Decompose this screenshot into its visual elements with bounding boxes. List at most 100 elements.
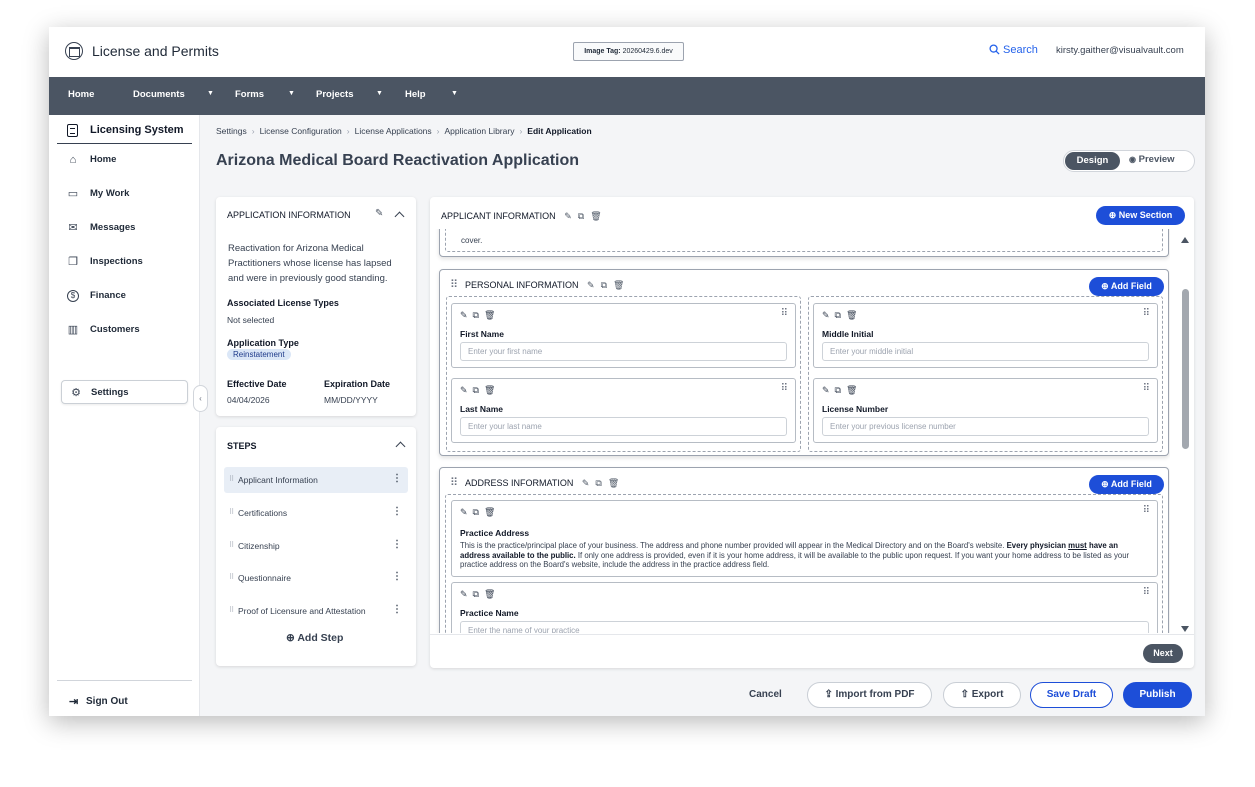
field-middle-initial[interactable]: ✎⧉🗑 ⠿ Middle Initial Enter your middle i… xyxy=(813,303,1158,368)
preview-toggle-button[interactable]: ◉ Preview xyxy=(1129,154,1175,165)
more-vertical-icon[interactable]: ⋮ xyxy=(392,473,402,484)
add-field-button[interactable]: ⊕ Add Field xyxy=(1089,277,1164,296)
step-item[interactable]: ⠿ Applicant Information ⋮ xyxy=(224,467,408,493)
trash-icon[interactable]: 🗑 xyxy=(484,507,500,517)
trash-icon[interactable]: 🗑 xyxy=(846,385,862,395)
nav-help[interactable]: Help xyxy=(405,89,426,100)
sidebar-item-my-work[interactable]: ▭ My Work xyxy=(59,182,189,206)
copy-icon[interactable]: ⧉ xyxy=(601,280,607,291)
drag-handle-icon[interactable]: ⠿ xyxy=(229,541,234,549)
sidebar-collapse-handle[interactable]: ‹ xyxy=(193,385,208,412)
editor-scrollbar[interactable] xyxy=(1180,237,1190,642)
chevron-up-icon[interactable] xyxy=(394,211,405,222)
trash-icon[interactable]: 🗑 xyxy=(590,211,601,222)
drag-handle-icon[interactable]: ⠿ xyxy=(1143,588,1150,598)
next-button[interactable]: Next xyxy=(1143,644,1183,663)
drag-handle-icon[interactable]: ⠿ xyxy=(229,475,234,483)
scrollbar-thumb[interactable] xyxy=(1182,289,1189,449)
scroll-up-arrow-icon[interactable] xyxy=(1181,237,1189,243)
copy-icon[interactable]: ⧉ xyxy=(835,385,846,395)
drag-handle-icon[interactable]: ⠿ xyxy=(229,508,234,516)
edit-icon[interactable]: ✎ xyxy=(587,280,595,291)
drag-handle-icon[interactable]: ⠿ xyxy=(229,573,234,581)
edit-icon[interactable]: ✎ xyxy=(582,478,590,489)
edit-icon[interactable]: ✎ xyxy=(564,211,572,222)
step-item[interactable]: ⠿ Certifications ⋮ xyxy=(224,500,408,526)
breadcrumb-item[interactable]: License Applications xyxy=(355,126,432,136)
copy-icon[interactable]: ⧉ xyxy=(595,478,601,489)
nav-home[interactable]: Home xyxy=(68,89,94,100)
sidebar-header[interactable]: Licensing System xyxy=(57,118,192,144)
cancel-button[interactable]: Cancel xyxy=(749,689,782,700)
breadcrumb-item[interactable]: License Configuration xyxy=(260,126,342,136)
field-practice-name[interactable]: ✎⧉🗑 ⠿ Practice Name Enter the name of yo… xyxy=(451,582,1158,633)
sidebar-item-settings[interactable]: ⚙ Settings xyxy=(61,380,188,404)
step-item[interactable]: ⠿ Proof of Licensure and Attestation ⋮ xyxy=(224,598,408,624)
add-step-button[interactable]: ⊕ Add Step xyxy=(286,632,343,644)
field-license-number[interactable]: ✎⧉🗑 ⠿ License Number Enter your previous… xyxy=(813,378,1158,443)
publish-button[interactable]: Publish xyxy=(1123,682,1192,708)
copy-icon[interactable]: ⧉ xyxy=(473,385,484,395)
edit-icon[interactable]: ✎ xyxy=(460,507,473,517)
chevron-down-icon[interactable]: ▼ xyxy=(451,90,458,97)
last-name-input[interactable]: Enter your last name xyxy=(460,417,787,436)
drag-handle-icon[interactable]: ⠿ xyxy=(1143,384,1150,394)
trash-icon[interactable]: 🗑 xyxy=(484,589,500,599)
more-vertical-icon[interactable]: ⋮ xyxy=(392,539,402,550)
chevron-down-icon[interactable]: ▼ xyxy=(207,90,214,97)
sidebar-item-messages[interactable]: ✉ Messages xyxy=(59,216,189,240)
drag-handle-icon[interactable]: ⠿ xyxy=(450,280,458,291)
drag-handle-icon[interactable]: ⠿ xyxy=(450,478,458,489)
chevron-up-icon[interactable] xyxy=(395,441,406,452)
sidebar-item-customers[interactable]: ▥ Customers xyxy=(59,318,189,342)
new-section-button[interactable]: ⊕ New Section xyxy=(1096,206,1185,225)
scroll-down-arrow-icon[interactable] xyxy=(1181,626,1189,632)
edit-icon[interactable]: ✎ xyxy=(460,310,473,320)
editor-scroll-area[interactable]: cover. ⠿ PERSONAL INFORMATION ✎ ⧉ 🗑 ⊕ Add … xyxy=(430,229,1170,633)
search-link[interactable]: Search xyxy=(989,44,1038,56)
sidebar-item-finance[interactable]: $ Finance xyxy=(59,284,189,308)
edit-icon[interactable]: ✎ xyxy=(375,208,383,219)
import-pdf-button[interactable]: ⇪ Import from PDF xyxy=(807,682,932,708)
copy-icon[interactable]: ⧉ xyxy=(835,310,846,320)
field-practice-address[interactable]: ✎⧉🗑 ⠿ Practice Address This is the pract… xyxy=(451,500,1158,577)
edit-icon[interactable]: ✎ xyxy=(822,385,835,395)
chevron-down-icon[interactable]: ▼ xyxy=(288,90,295,97)
trash-icon[interactable]: 🗑 xyxy=(846,310,862,320)
copy-icon[interactable]: ⧉ xyxy=(473,310,484,320)
trash-icon[interactable]: 🗑 xyxy=(484,310,500,320)
trash-icon[interactable]: 🗑 xyxy=(608,478,619,489)
more-vertical-icon[interactable]: ⋮ xyxy=(392,506,402,517)
license-number-input[interactable]: Enter your previous license number xyxy=(822,417,1149,436)
step-item[interactable]: ⠿ Questionnaire ⋮ xyxy=(224,565,408,591)
practice-name-input[interactable]: Enter the name of your practice xyxy=(460,621,1149,633)
design-toggle-button[interactable]: Design xyxy=(1065,152,1120,170)
save-draft-button[interactable]: Save Draft xyxy=(1030,682,1113,708)
drag-handle-icon[interactable]: ⠿ xyxy=(1143,309,1150,319)
drag-handle-icon[interactable]: ⠿ xyxy=(1143,506,1150,516)
field-last-name[interactable]: ✎⧉🗑 ⠿ Last Name Enter your last name xyxy=(451,378,796,443)
edit-icon[interactable]: ✎ xyxy=(822,310,835,320)
sidebar-item-home[interactable]: ⌂ Home xyxy=(59,148,189,172)
edit-icon[interactable]: ✎ xyxy=(460,589,473,599)
copy-icon[interactable]: ⧉ xyxy=(578,211,584,222)
drag-handle-icon[interactable]: ⠿ xyxy=(781,384,788,394)
user-email[interactable]: kirsty.gaither@visualvault.com xyxy=(1056,45,1184,56)
export-button[interactable]: ⇧ Export xyxy=(943,682,1021,708)
copy-icon[interactable]: ⧉ xyxy=(473,589,484,599)
breadcrumb-item[interactable]: Application Library xyxy=(445,126,515,136)
more-vertical-icon[interactable]: ⋮ xyxy=(392,571,402,582)
sign-out-button[interactable]: ⇥ Sign Out xyxy=(69,696,128,708)
more-vertical-icon[interactable]: ⋮ xyxy=(392,604,402,615)
first-name-input[interactable]: Enter your first name xyxy=(460,342,787,361)
breadcrumb-item[interactable]: Settings xyxy=(216,126,247,136)
trash-icon[interactable]: 🗑 xyxy=(484,385,500,395)
trash-icon[interactable]: 🗑 xyxy=(613,280,624,291)
nav-forms[interactable]: Forms xyxy=(235,89,264,100)
field-first-name[interactable]: ✎⧉🗑 ⠿ First Name Enter your first name xyxy=(451,303,796,368)
add-field-button[interactable]: ⊕ Add Field xyxy=(1089,475,1164,494)
chevron-down-icon[interactable]: ▼ xyxy=(376,90,383,97)
nav-projects[interactable]: Projects xyxy=(316,89,354,100)
edit-icon[interactable]: ✎ xyxy=(460,385,473,395)
drag-handle-icon[interactable]: ⠿ xyxy=(229,606,234,614)
